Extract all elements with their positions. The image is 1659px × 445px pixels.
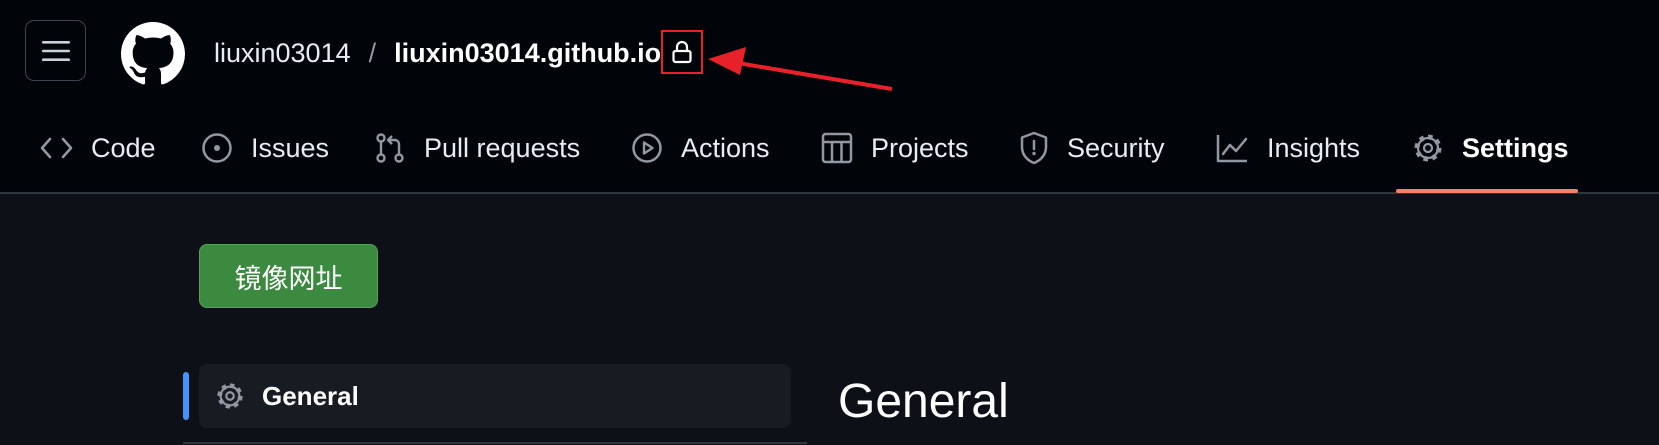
tab-label: Issues xyxy=(251,132,330,163)
code-icon xyxy=(40,137,73,159)
annotation-arrow xyxy=(708,47,893,91)
lock-icon xyxy=(672,40,692,64)
sidebar-divider xyxy=(183,442,807,444)
gear-icon xyxy=(1414,134,1442,162)
tab-actions[interactable]: Actions xyxy=(631,118,770,178)
tab-code[interactable]: Code xyxy=(40,118,156,178)
table-icon xyxy=(821,132,853,164)
tab-label: Projects xyxy=(871,132,969,163)
gear-icon xyxy=(217,383,243,409)
tab-projects[interactable]: Projects xyxy=(821,118,969,178)
tab-pull-requests[interactable]: Pull requests xyxy=(374,118,580,178)
pull-request-icon xyxy=(376,133,404,163)
hamburger-icon xyxy=(41,40,70,61)
repo-name-link[interactable]: liuxin03014.github.io xyxy=(394,38,661,69)
annotation-highlight-box xyxy=(661,30,703,74)
tab-label: Insights xyxy=(1267,132,1361,163)
page-title: General xyxy=(838,375,1009,428)
owner-link[interactable]: liuxin03014 xyxy=(214,38,351,69)
breadcrumb-separator: / xyxy=(368,37,377,68)
tab-insights[interactable]: Insights xyxy=(1216,118,1360,178)
shield-icon xyxy=(1020,131,1048,165)
tab-label: Pull requests xyxy=(424,132,581,163)
github-logo-icon[interactable] xyxy=(121,22,185,86)
active-tab-underline xyxy=(1396,189,1578,193)
tab-security[interactable]: Security xyxy=(1019,118,1165,178)
tab-settings[interactable]: Settings xyxy=(1412,118,1569,178)
tab-label: Security xyxy=(1067,132,1165,163)
repo-header: liuxin03014 / liuxin03014.github.io Code… xyxy=(0,0,1659,194)
play-icon xyxy=(632,133,662,163)
mirror-url-button[interactable]: 镜像网址 xyxy=(199,244,378,308)
tab-label: Code xyxy=(91,132,156,163)
breadcrumb: liuxin03014 / liuxin03014.github.io xyxy=(214,36,661,70)
sidebar-active-marker xyxy=(183,372,189,420)
issue-icon xyxy=(202,133,232,163)
graph-icon xyxy=(1216,135,1248,163)
sidebar-item-general[interactable]: General xyxy=(199,364,791,428)
tab-label: Actions xyxy=(681,132,770,163)
tab-label: Settings xyxy=(1462,132,1569,163)
tab-issues[interactable]: Issues xyxy=(201,118,329,178)
menu-button[interactable] xyxy=(25,20,86,81)
sidebar-item-label: General xyxy=(262,380,359,411)
